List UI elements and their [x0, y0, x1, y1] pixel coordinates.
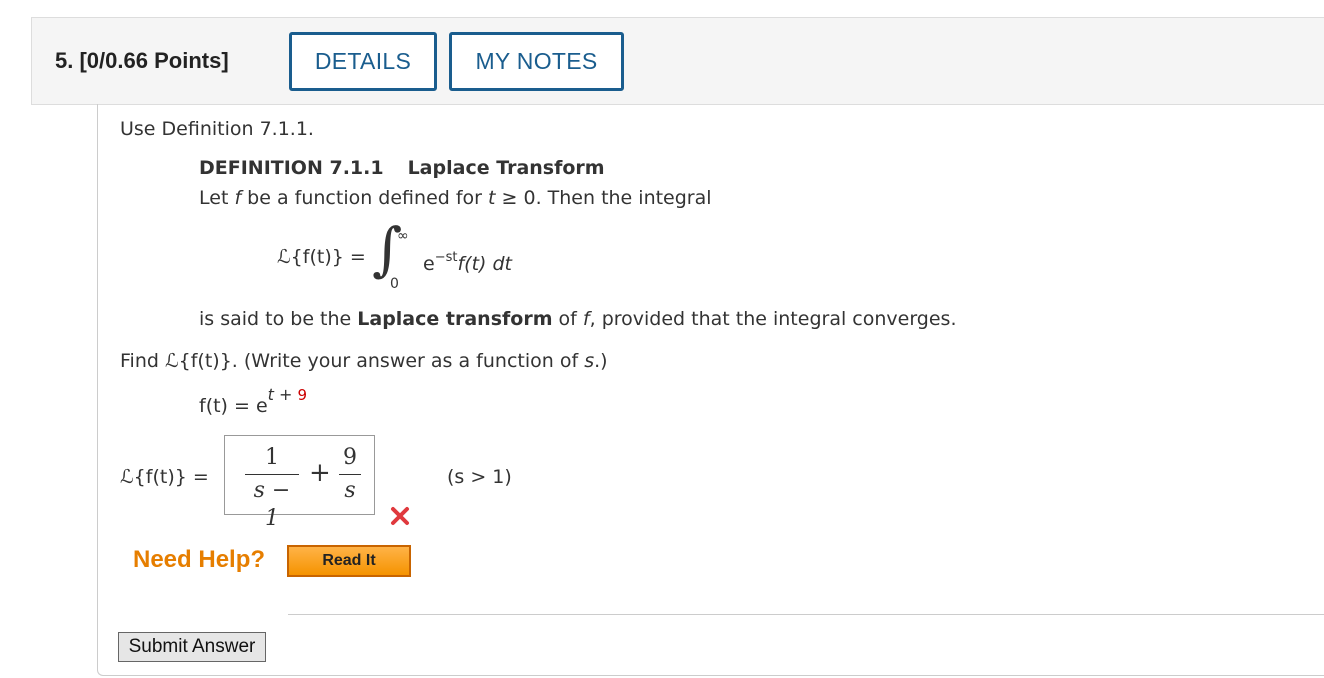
integrand-base: e [423, 253, 435, 275]
fraction-denominator: s − 1 [253, 478, 291, 531]
need-help-label: Need Help? [133, 546, 266, 573]
def-bold-term: Laplace transform [357, 308, 553, 330]
prompt-part: Find ℒ{f(t)}. (Write your answer as a fu… [120, 350, 585, 372]
laplace-integral: ℒ{f(t)} = ∫ ∞ 0 e−stf(t) dt [277, 220, 677, 296]
answer-condition: (s > 1) [447, 466, 512, 488]
question-header: 5. [0/0.66 Points] DETAILS MY NOTES [31, 17, 1324, 105]
integral-lhs: ℒ{f(t)} = [277, 246, 366, 268]
answer-plus: + [309, 458, 331, 488]
answer-input[interactable]: 1 s − 1 + 9 s [224, 435, 375, 531]
prompt-var-s: s [584, 350, 595, 372]
given-exp-op: + [273, 385, 298, 404]
fraction-numerator: 1 [265, 445, 279, 470]
given-function: f(t) = et + 9 [199, 385, 307, 417]
divider [288, 614, 1324, 615]
given-lhs: f(t) = e [199, 395, 268, 417]
points-label: [0/0.66 Points] [79, 48, 229, 73]
def-text: be a function defined for [241, 187, 489, 209]
details-button[interactable]: DETAILS [289, 32, 437, 91]
integrand-exponent: −st [434, 250, 458, 265]
question-number: 5. [0/0.66 Points] [55, 48, 229, 74]
answer-fraction-2: 9 s [339, 444, 361, 505]
integral-upper-limit: ∞ [397, 228, 409, 244]
answer-fraction-1: 1 s − 1 [245, 444, 299, 531]
integrand: e−stf(t) dt [423, 250, 512, 275]
def-text: Let [199, 187, 235, 209]
def-var-f: f [582, 308, 590, 330]
fraction-bar [245, 474, 299, 475]
def-text: ≥ 0. Then the integral [495, 187, 712, 209]
intro-text: Use Definition 7.1.1. [120, 118, 314, 140]
def-text: of [552, 308, 583, 330]
def-text: , provided that the integral converges. [589, 308, 957, 330]
answer-label: ℒ{f(t)} = [120, 466, 209, 488]
definition-line-2: is said to be the Laplace transform of f… [199, 308, 957, 330]
integrand-rest: f(t) dt [457, 253, 512, 275]
def-text: is said to be the [199, 308, 358, 330]
given-exp-number: 9 [297, 386, 308, 404]
definition-line-1: Let f be a function defined for t ≥ 0. T… [199, 187, 712, 209]
integral-lower-limit: 0 [390, 276, 399, 292]
fraction-bar [339, 474, 361, 475]
definition-title: DEFINITION 7.1.1 Laplace Transform [199, 157, 605, 179]
given-exponent: t + 9 [268, 385, 307, 404]
prompt-part: .) [594, 350, 608, 372]
read-it-button[interactable]: Read It [287, 545, 411, 577]
question-number-label: 5. [55, 48, 74, 73]
incorrect-x-icon [391, 507, 409, 525]
submit-answer-button[interactable]: Submit Answer [118, 632, 266, 662]
definition-name: Laplace Transform [407, 157, 605, 179]
definition-id: DEFINITION 7.1.1 [199, 157, 384, 179]
my-notes-button[interactable]: MY NOTES [449, 32, 624, 91]
fraction-numerator: 9 [343, 445, 357, 470]
prompt-text: Find ℒ{f(t)}. (Write your answer as a fu… [120, 350, 608, 372]
fraction-denominator: s [344, 478, 356, 503]
